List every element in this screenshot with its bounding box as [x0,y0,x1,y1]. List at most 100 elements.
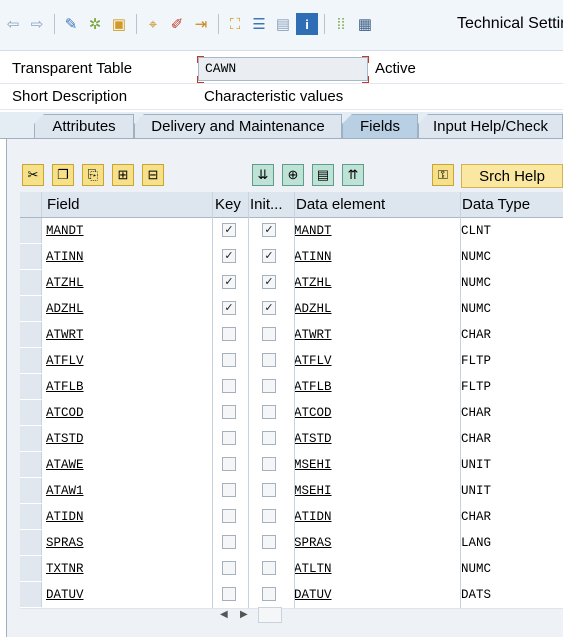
edit-icon[interactable]: ✐ [166,13,188,35]
column-header-field[interactable]: Field [47,196,80,213]
key-checkbox[interactable]: ✓ [222,223,236,237]
data-element-cell[interactable]: DATUV [294,588,332,602]
table-row[interactable]: ATAWE MSEHI UNIT [20,452,563,479]
field-name-cell[interactable]: ATSTD [46,432,84,446]
row-selector[interactable] [20,556,42,581]
data-element-cell[interactable]: ATZHL [294,276,332,290]
key-checkbox[interactable] [222,587,236,601]
field-name-cell[interactable]: TXTNR [46,562,84,576]
activate-icon[interactable]: ▣ [108,13,130,35]
table-row[interactable]: DATUV DATUV DATS [20,582,563,609]
data-element-cell[interactable]: ATCOD [294,406,332,420]
field-name-cell[interactable]: ATAW1 [46,484,84,498]
table-row[interactable]: MANDT ✓ ✓ MANDT CLNT [20,218,563,245]
key-checkbox[interactable]: ✓ [222,249,236,263]
display-change-icon[interactable]: ✎ [60,13,82,35]
field-name-cell[interactable]: ATZHL [46,276,84,290]
row-selector[interactable] [20,530,42,555]
table-row[interactable]: ATAW1 MSEHI UNIT [20,478,563,505]
short-description-value[interactable]: Characteristic values [204,88,343,105]
field-name-cell[interactable]: ATFLV [46,354,84,368]
data-element-cell[interactable]: SPRAS [294,536,332,550]
data-element-cell[interactable]: ADZHL [294,302,332,316]
initial-values-checkbox[interactable]: ✓ [262,275,276,289]
field-name-cell[interactable]: ADZHL [46,302,84,316]
select-all-cell[interactable] [20,192,42,217]
page-title[interactable]: Technical Settin [457,15,563,33]
column-header-data-type[interactable]: Data Type [462,196,530,213]
table-icon[interactable]: ▦ [354,13,376,35]
data-element-cell[interactable]: MANDT [294,224,332,238]
row-selector[interactable] [20,400,42,425]
field-name-cell[interactable]: ATFLB [46,380,84,394]
row-selector[interactable] [20,504,42,529]
initial-values-checkbox[interactable] [262,535,276,549]
field-name-cell[interactable]: ATINN [46,250,84,264]
other-object-icon[interactable]: ✲ [84,13,106,35]
move-up-icon[interactable]: ⇈ [342,164,364,186]
key-checkbox[interactable]: ✓ [222,301,236,315]
move-down-icon[interactable]: ⇊ [252,164,274,186]
key-checkbox[interactable] [222,405,236,419]
field-name-cell[interactable]: ATIDN [46,510,84,524]
key-checkbox[interactable] [222,561,236,575]
append-structure-icon[interactable]: ▤ [272,13,294,35]
initial-values-checkbox[interactable] [262,457,276,471]
table-name-field[interactable]: CAWN [198,57,368,81]
initial-values-checkbox[interactable] [262,509,276,523]
row-selector[interactable] [20,296,42,321]
data-element-cell[interactable]: ATIDN [294,510,332,524]
table-row[interactable]: ATFLV ATFLV FLTP [20,348,563,375]
indexes-icon[interactable]: ☰ [248,13,270,35]
row-selector[interactable] [20,426,42,451]
horizontal-scrollbar[interactable]: ◀ ▶ [212,607,284,625]
column-header-initial[interactable]: Init... [250,196,283,213]
delete-row-icon[interactable]: ⊟ [142,164,164,186]
column-header-data-element[interactable]: Data element [296,196,385,213]
key-checkbox[interactable] [222,353,236,367]
row-selector[interactable] [20,348,42,373]
data-element-cell[interactable]: MSEHI [294,484,332,498]
row-selector[interactable] [20,322,42,347]
initial-values-checkbox[interactable]: ✓ [262,249,276,263]
table-row[interactable]: ADZHL ✓ ✓ ADZHL NUMC [20,296,563,323]
row-selector[interactable] [20,374,42,399]
search-help-button[interactable]: Srch Help [461,164,563,188]
tab-attributes[interactable]: Attributes [34,114,134,138]
table-row[interactable]: TXTNR ATLTN NUMC [20,556,563,583]
row-selector[interactable] [20,218,42,243]
technical-settings-icon[interactable]: ⇥ [190,13,212,35]
key-checkbox[interactable] [222,379,236,393]
field-name-cell[interactable]: SPRAS [46,536,84,550]
forward-icon[interactable]: ⇨ [26,13,48,35]
copy-icon[interactable]: ❐ [52,164,74,186]
table-row[interactable]: ATFLB ATFLB FLTP [20,374,563,401]
initial-values-checkbox[interactable] [262,587,276,601]
key-checkbox[interactable] [222,327,236,341]
column-header-key[interactable]: Key [215,196,241,213]
initial-values-checkbox[interactable] [262,353,276,367]
initial-values-checkbox[interactable] [262,379,276,393]
key-checkbox[interactable] [222,457,236,471]
row-selector[interactable] [20,478,42,503]
key-checkbox[interactable] [222,535,236,549]
field-name-cell[interactable]: ATWRT [46,328,84,342]
hierarchy-icon[interactable]: ⛶ [224,13,246,35]
new-entry-icon[interactable]: ⚿ [432,164,454,186]
table-row[interactable]: ATSTD ATSTD CHAR [20,426,563,453]
cut-icon[interactable]: ✂ [22,164,44,186]
field-name-cell[interactable]: ATAWE [46,458,84,472]
table-row[interactable]: SPRAS SPRAS LANG [20,530,563,557]
initial-values-checkbox[interactable] [262,483,276,497]
table-row[interactable]: ATIDN ATIDN CHAR [20,504,563,531]
field-name-cell[interactable]: DATUV [46,588,84,602]
initial-values-checkbox[interactable] [262,561,276,575]
insert-row-icon[interactable]: ⊞ [112,164,134,186]
scroll-thumb[interactable] [258,607,282,623]
table-row[interactable]: ATCOD ATCOD CHAR [20,400,563,427]
scroll-right-icon[interactable]: ▶ [240,609,248,620]
data-element-cell[interactable]: ATFLV [294,354,332,368]
row-selector[interactable] [20,452,42,477]
key-checkbox[interactable] [222,431,236,445]
row-selector[interactable] [20,582,42,607]
